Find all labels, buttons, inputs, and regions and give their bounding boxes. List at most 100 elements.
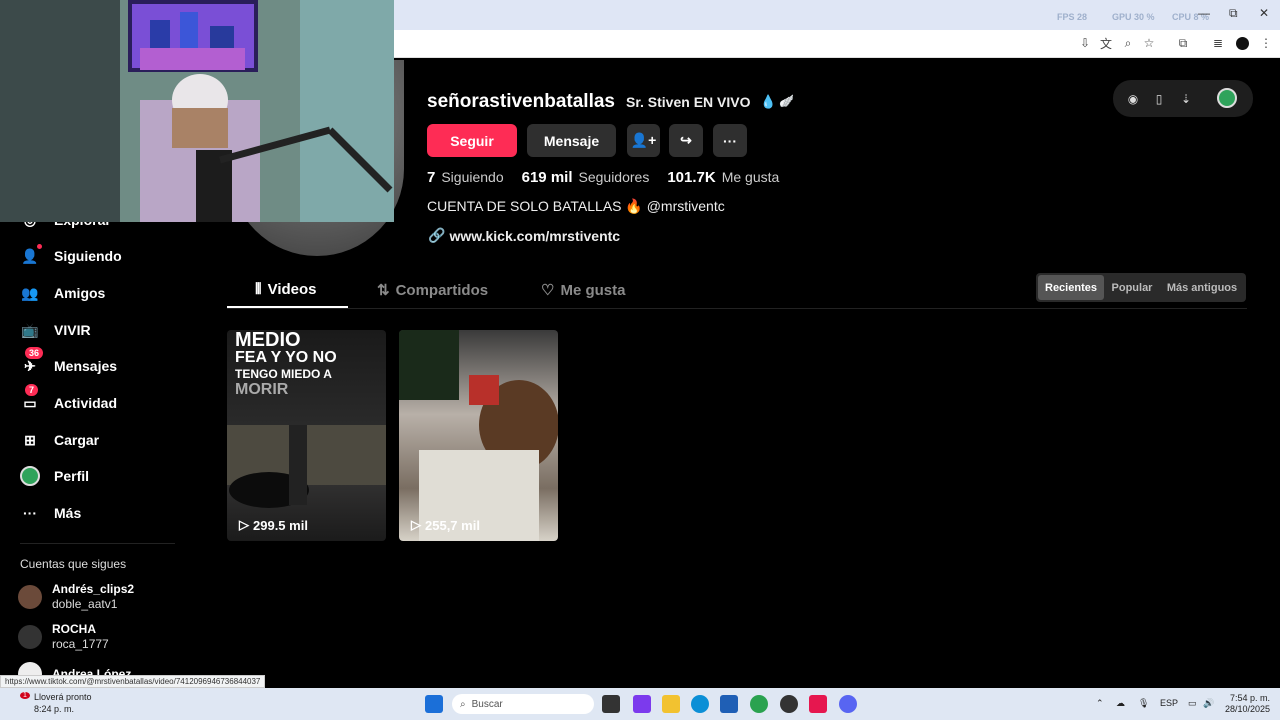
followers-count: 619 mil (521, 169, 573, 186)
following-label[interactable]: Siguiendo (441, 169, 503, 185)
edge-icon[interactable] (691, 695, 709, 713)
play-icon: ▷ (239, 517, 249, 532)
user-avatar[interactable] (1217, 88, 1237, 108)
add-friend-button[interactable]: 👤+ (627, 124, 660, 157)
following-account[interactable]: Andrés_clips2 doble_aatv1 (18, 582, 134, 612)
clock-date: 28/10/2025 (1224, 704, 1270, 714)
tabs-divider (227, 308, 1247, 309)
translate-icon[interactable]: 文 (1098, 35, 1114, 51)
profile-username: señorastivenbatallas (427, 91, 615, 112)
store-icon[interactable] (720, 695, 738, 713)
account-handle: doble_aatv1 (52, 597, 118, 611)
bookmark-star-icon[interactable]: ☆ (1141, 35, 1157, 51)
grid-icon: ⦀ (255, 281, 262, 298)
mic-tray-icon[interactable]: 🎙 (1138, 698, 1149, 709)
sidebar-item-siguiendo[interactable]: 👤 Siguiendo (20, 244, 122, 268)
more-horizontal-icon: ··· (723, 132, 737, 149)
sort-popular-button[interactable]: Popular (1106, 275, 1158, 300)
profile-display-name: Sr. Stiven EN VIVO (626, 94, 751, 110)
extensions-icon[interactable]: ⧉ (1175, 35, 1191, 51)
share-icon: ↪ (680, 132, 692, 148)
restore-button[interactable]: ⧉ (1229, 6, 1238, 21)
sidebar-item-cargar[interactable]: ⊞ Cargar (20, 428, 99, 452)
account-name: Andrés_clips2 (52, 582, 135, 596)
likes-label: Me gusta (721, 169, 780, 185)
sidebar-item-mensajes[interactable]: ✈ 36 Mensajes (20, 347, 117, 378)
sort-recientes-button[interactable]: Recientes (1038, 275, 1104, 300)
messages-icon: ✈ 36 (20, 347, 44, 376)
volume-icon[interactable]: 🔊 (1203, 698, 1214, 709)
fps-stat: FPS 28 (1057, 12, 1088, 22)
reading-list-icon[interactable]: ≣ (1210, 35, 1226, 51)
views-count: 255,7 mil (425, 517, 480, 533)
upload-icon: ⊞ (24, 431, 36, 448)
drop-icon: 💧 (760, 94, 777, 109)
sidebar-item-perfil[interactable]: Perfil (20, 464, 89, 488)
search-icon: ⌕ (460, 698, 466, 710)
close-button[interactable]: ✕ (1259, 6, 1269, 20)
more-icon: ··· (23, 505, 37, 521)
tab-active-indicator (227, 306, 348, 308)
install-icon[interactable]: ⇩ (1077, 35, 1093, 51)
activity-badge: 7 (25, 384, 39, 396)
language-indicator[interactable]: ESP (1160, 698, 1178, 708)
browser-menu-icon[interactable]: ⋮ (1258, 35, 1274, 51)
weather-widget[interactable]: 1 Lloverá pronto 8:24 p. m. (14, 692, 92, 714)
video-card[interactable]: MEDIO FEA Y YO NO TENGO MIEDO A MORIR ▷ … (227, 330, 386, 541)
gpu-stat: GPU 30 % (1112, 12, 1155, 22)
follow-button[interactable]: Seguir (427, 124, 517, 157)
following-icon: 👤 (20, 244, 42, 266)
obs-icon[interactable] (780, 695, 798, 713)
discord-icon[interactable] (839, 695, 857, 713)
views-count: 299.5 mil (253, 517, 308, 533)
minimize-button[interactable]: — (1198, 6, 1210, 20)
copilot-icon[interactable] (633, 695, 651, 713)
message-button[interactable]: Mensaje (527, 124, 616, 157)
wing-icon: 🪽 (779, 94, 794, 108)
sidebar-item-amigos[interactable]: 👥 Amigos (20, 281, 105, 305)
tab-compartidos[interactable]: ⇅ Compartidos (377, 281, 488, 300)
account-name: ROCHA (52, 622, 96, 636)
zoom-icon[interactable]: ⌕ (1120, 35, 1136, 51)
download-icon[interactable]: ⇣ (1178, 91, 1194, 107)
sort-mas-antiguos-button[interactable]: Más antiguos (1160, 275, 1244, 300)
following-account[interactable]: ROCHA roca_1777 (18, 622, 109, 652)
taskbar-search-input[interactable]: ⌕ Buscar (452, 694, 594, 714)
share-button[interactable]: ↪ (669, 124, 703, 157)
task-view-icon[interactable] (602, 695, 620, 713)
tiktok-coin-icon[interactable]: ◉ (1125, 91, 1141, 107)
followers-label[interactable]: Seguidores (579, 169, 650, 185)
tray-chevron-icon[interactable]: ⌃ (1096, 698, 1104, 709)
wifi-icon[interactable]: ▭ (1188, 698, 1197, 709)
weather-badge: 1 (20, 692, 30, 699)
likes-count: 101.7K (667, 169, 716, 186)
windows-start-icon[interactable] (425, 695, 443, 713)
taskbar-clock[interactable]: 7:54 p. m. 28/10/2025 (1224, 693, 1270, 715)
video-title-line: TENGO MIEDO A (235, 367, 332, 381)
following-section-title: Cuentas que sigues (20, 557, 127, 571)
messages-badge: 36 (25, 347, 44, 359)
network-tray-icon[interactable]: ☁ (1116, 698, 1125, 709)
play-icon: ▷ (411, 517, 421, 532)
tiktok-icon[interactable] (809, 695, 827, 713)
sidebar-item-vivir[interactable]: 📺 VIVIR (20, 318, 90, 342)
avatar (18, 625, 42, 649)
profile-link-text[interactable]: www.kick.com/mrstiventc (449, 228, 620, 244)
profile-link[interactable]: 🔗 www.kick.com/mrstiventc (428, 227, 620, 244)
friends-icon: 👥 (21, 284, 39, 301)
video-card[interactable]: ▷ 255,7 mil (399, 330, 558, 541)
weather-time: 8:24 p. m. (34, 704, 75, 714)
chrome-icon[interactable] (750, 695, 768, 713)
profile-icon[interactable] (1234, 35, 1250, 51)
sidebar-item-actividad[interactable]: ▭ 7 Actividad (20, 384, 117, 415)
file-explorer-icon[interactable] (662, 695, 680, 713)
sidebar-item-mas[interactable]: ··· Más (20, 501, 81, 525)
tab-label: Me gusta (560, 281, 626, 299)
webcam-scene-image (0, 0, 394, 222)
tab-me-gusta[interactable]: ♡ Me gusta (541, 281, 626, 300)
phone-icon[interactable]: ▯ (1151, 91, 1167, 107)
sidebar-item-label: Más (54, 505, 82, 521)
profile-stats: 7 Siguiendo 619 mil Seguidores 101.7K Me… (427, 169, 791, 186)
more-options-button[interactable]: ··· (713, 124, 747, 157)
tab-videos[interactable]: ⦀ Videos (255, 281, 317, 298)
